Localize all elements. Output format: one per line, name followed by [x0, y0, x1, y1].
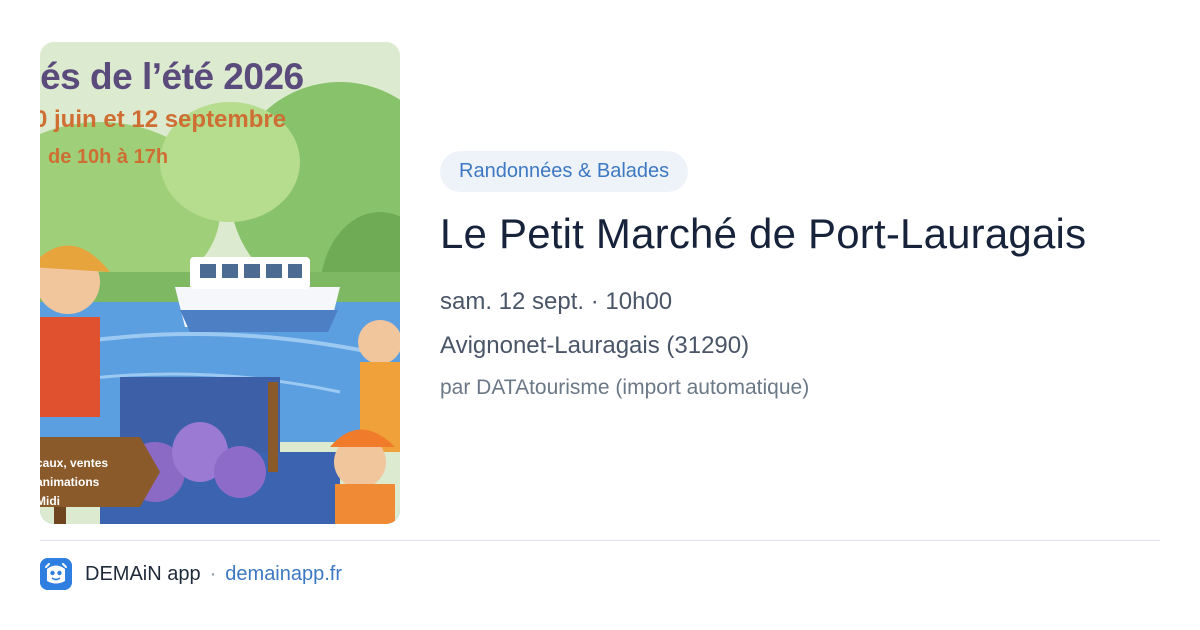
footer-separator: · [209, 562, 217, 585]
footer-divider [40, 540, 1160, 541]
poster-title-text: hés de l’été 2026 [40, 56, 304, 97]
event-share-card: hés de l’été 2026 0 juin et 12 septembre… [0, 0, 1200, 630]
footer: DEMAiN app · demainapp.fr [40, 558, 342, 590]
event-title: Le Petit Marché de Port-Lauragais [440, 210, 1087, 257]
poster-dates-text: 0 juin et 12 septembre [40, 106, 287, 133]
poster-sign-line: Midi [40, 494, 60, 508]
event-poster-image[interactable]: hés de l’été 2026 0 juin et 12 septembre… [40, 42, 400, 524]
poster-sign-text: caux, ventes animations Midi [40, 454, 108, 511]
poster-sign-line: animations [40, 475, 100, 489]
app-logo-icon [40, 558, 72, 590]
category-badge[interactable]: Randonnées & Balades [440, 151, 689, 192]
poster-hours-text: de 10h à 17h [48, 146, 169, 168]
event-datetime: sam. 12 sept. · 10h00 [440, 288, 673, 315]
poster-sign-line: caux, ventes [40, 456, 109, 470]
app-url-link[interactable]: demainapp.fr [225, 563, 342, 586]
event-location: Avignonet-Lauragais (31290) [440, 332, 750, 359]
event-author: par DATAtourisme (import automatique) [440, 376, 810, 399]
app-name: DEMAiN app [85, 562, 201, 585]
